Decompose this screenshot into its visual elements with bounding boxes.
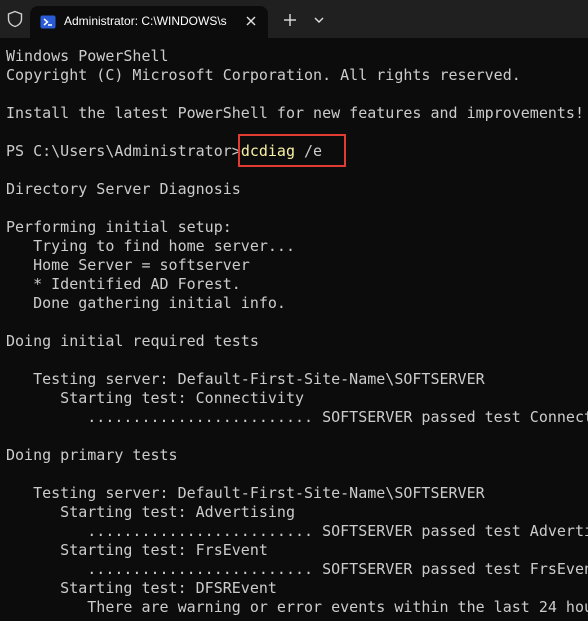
console-line: Doing primary tests [6, 446, 178, 464]
console-line: Starting test: Advertising [6, 503, 295, 521]
console-line: * Identified AD Forest. [6, 275, 241, 293]
console-line: Trying to find home server... [6, 237, 295, 255]
console-line: Performing initial setup: [6, 218, 232, 236]
terminal-tab[interactable]: Administrator: C:\WINDOWS\s [30, 6, 268, 38]
command-highlight-box [238, 134, 346, 167]
shield-icon [7, 10, 23, 28]
console-line: There are warning or error events within… [6, 598, 588, 616]
console-line: Starting test: FrsEvent [6, 541, 268, 559]
console-line: Doing initial required tests [6, 332, 259, 350]
console-line: Copyright (C) Microsoft Corporation. All… [6, 66, 521, 84]
console-line: Windows PowerShell [6, 47, 169, 65]
console-line: ......................... SOFTSERVER pas… [6, 560, 588, 578]
console-line: Install the latest PowerShell for new fe… [6, 104, 584, 122]
title-bar: Administrator: C:\WINDOWS\s [0, 0, 588, 38]
console-line: ......................... SOFTSERVER pas… [6, 522, 588, 540]
console-line: ......................... SOFTSERVER pas… [6, 408, 588, 426]
prompt-text: PS C:\Users\Administrator> [6, 142, 241, 160]
chevron-down-icon[interactable] [311, 12, 327, 28]
console-line: Starting test: DFSREvent [6, 579, 277, 597]
console-line: Done gathering initial info. [6, 294, 286, 312]
console-output[interactable]: Windows PowerShell Copyright (C) Microso… [0, 38, 588, 621]
tab-title: Administrator: C:\WINDOWS\s [64, 14, 227, 28]
console-line: Testing server: Default-First-Site-Name\… [6, 484, 485, 502]
console-line: Home Server = softserver [6, 256, 250, 274]
new-tab-button[interactable] [280, 10, 300, 30]
console-line: Testing server: Default-First-Site-Name\… [6, 370, 485, 388]
close-icon[interactable] [244, 14, 258, 28]
console-line: Starting test: Connectivity [6, 389, 305, 407]
console-line: Directory Server Diagnosis [6, 180, 241, 198]
powershell-icon [40, 15, 56, 29]
